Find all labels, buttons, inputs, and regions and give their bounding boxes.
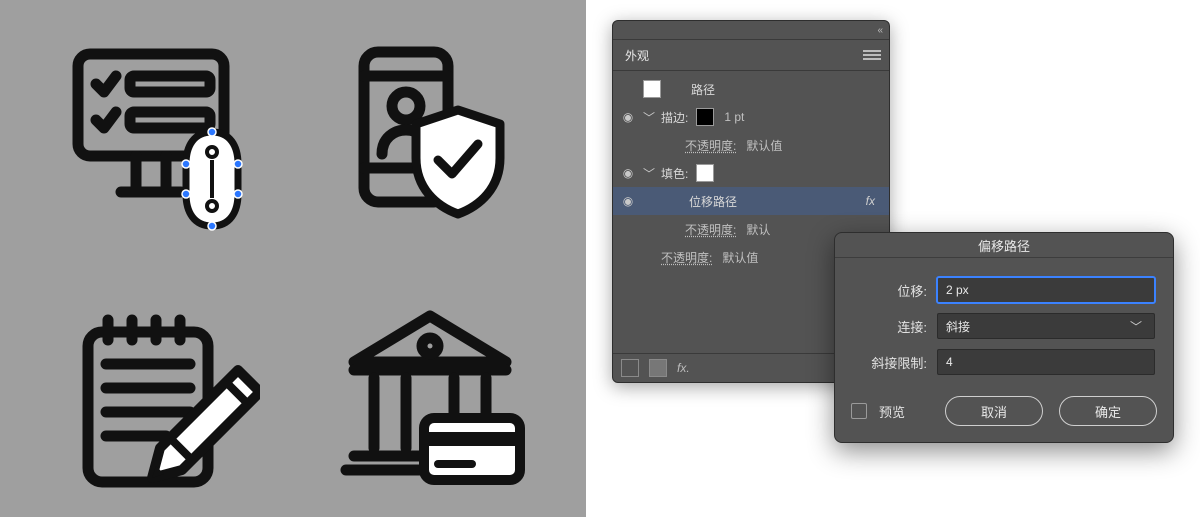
offset-label: 位移:	[853, 281, 927, 300]
fill-swatch[interactable]	[696, 164, 714, 182]
row-fill-label: 填色:	[661, 165, 688, 182]
stroke-weight[interactable]: 1 pt	[724, 110, 744, 124]
miter-input[interactable]	[937, 349, 1155, 375]
stroke-swatch[interactable]	[696, 108, 714, 126]
new-stroke-icon[interactable]	[621, 359, 639, 377]
row-offset-effect[interactable]: 位移路径	[689, 193, 737, 210]
visibility-toggle[interactable]: ◉	[621, 166, 635, 180]
shield-check-icon	[406, 104, 510, 220]
mouse-icon[interactable]	[176, 124, 248, 234]
visibility-toggle[interactable]: ◉	[621, 194, 635, 208]
join-select[interactable]: 斜接 ﹀	[937, 313, 1155, 339]
row-path-label: 路径	[691, 81, 715, 98]
opacity-value: 默认值	[722, 249, 758, 266]
visibility-toggle[interactable]: ◉	[621, 110, 635, 124]
join-value: 斜接	[946, 318, 970, 335]
workspace-right: « 外观 路径 ◉ ﹀ 描边:	[586, 0, 1200, 517]
miter-label: 斜接限制:	[853, 353, 927, 372]
chevron-down-icon: ﹀	[1130, 318, 1146, 335]
opacity-label[interactable]: 不透明度:	[685, 221, 736, 238]
artboard	[0, 0, 586, 517]
join-label: 连接:	[853, 317, 927, 336]
offset-input[interactable]	[937, 277, 1155, 303]
ok-button[interactable]: 确定	[1059, 396, 1157, 426]
opacity-label[interactable]: 不透明度:	[661, 249, 712, 266]
row-stroke-label: 描边:	[661, 109, 688, 126]
opacity-value: 默认	[746, 221, 770, 238]
collapse-icon: «	[877, 25, 883, 36]
notepad-pencil-icon	[70, 308, 260, 498]
path-swatch[interactable]	[643, 80, 661, 98]
cancel-button[interactable]: 取消	[945, 396, 1043, 426]
disclosure-toggle[interactable]: ﹀	[643, 109, 653, 126]
add-effect-button[interactable]: fx.	[677, 361, 690, 375]
opacity-label[interactable]: 不透明度:	[685, 137, 736, 154]
disclosure-toggle[interactable]: ﹀	[643, 165, 653, 182]
opacity-value: 默认值	[746, 137, 782, 154]
preview-label: 预览	[879, 402, 905, 421]
tab-appearance[interactable]: 外观	[613, 40, 661, 70]
offset-path-dialog: 偏移路径 位移: 连接: 斜接 ﹀ 斜接限制:	[834, 232, 1174, 443]
fx-indicator-icon[interactable]: fx	[866, 194, 881, 208]
dialog-title: 偏移路径	[835, 233, 1173, 258]
panel-menu-button[interactable]	[855, 48, 889, 62]
new-fill-icon[interactable]	[649, 359, 667, 377]
bank-card-icon	[330, 298, 530, 498]
preview-checkbox[interactable]	[851, 403, 867, 419]
panel-collapse-bar[interactable]: «	[613, 21, 889, 40]
